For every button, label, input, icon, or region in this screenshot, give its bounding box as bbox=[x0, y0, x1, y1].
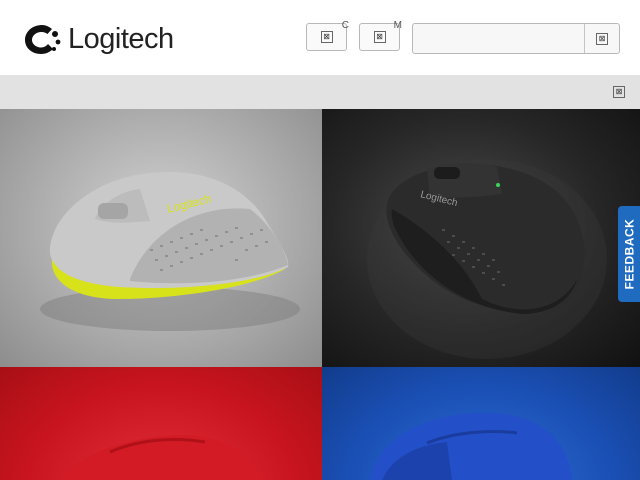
search-box: ⊠ bbox=[412, 23, 620, 54]
menu-icon[interactable]: ⊠ bbox=[613, 86, 625, 98]
logitech-logo[interactable]: Logitech bbox=[22, 22, 174, 56]
sub-navigation-bar: ⊠ bbox=[0, 75, 640, 109]
product-tile-blue-mouse[interactable] bbox=[322, 367, 640, 480]
product-tile-black-mouse[interactable]: Logitech bbox=[322, 109, 640, 367]
logo-text: Logitech bbox=[68, 22, 174, 55]
header-button-1-tag: C bbox=[341, 20, 349, 31]
broken-image-icon: ⊠ bbox=[320, 31, 333, 43]
blue-mouse-image bbox=[370, 412, 572, 480]
site-header: Logitech ⊠ C ⊠ M ⊠ bbox=[0, 0, 640, 75]
feedback-tab[interactable]: FEEDBACK bbox=[618, 206, 640, 302]
header-button-2-tag: M bbox=[393, 20, 402, 31]
header-button-2[interactable]: ⊠ M bbox=[359, 20, 402, 51]
header-button-1[interactable]: ⊠ C bbox=[306, 20, 349, 51]
product-tile-gray-mouse[interactable]: Logitech bbox=[0, 109, 322, 367]
gray-yellow-mouse-image: Logitech bbox=[40, 171, 300, 331]
red-mouse-image bbox=[60, 434, 265, 480]
product-tile-red-mouse[interactable] bbox=[0, 367, 322, 480]
search-input[interactable] bbox=[413, 24, 584, 53]
broken-image-icon: ⊠ bbox=[373, 31, 386, 43]
feedback-label: FEEDBACK bbox=[622, 218, 637, 290]
black-mouse-image: Logitech bbox=[367, 159, 607, 359]
logitech-logo-icon bbox=[25, 25, 61, 54]
broken-image-icon: ⊠ bbox=[596, 32, 608, 45]
search-button[interactable]: ⊠ bbox=[584, 24, 619, 53]
